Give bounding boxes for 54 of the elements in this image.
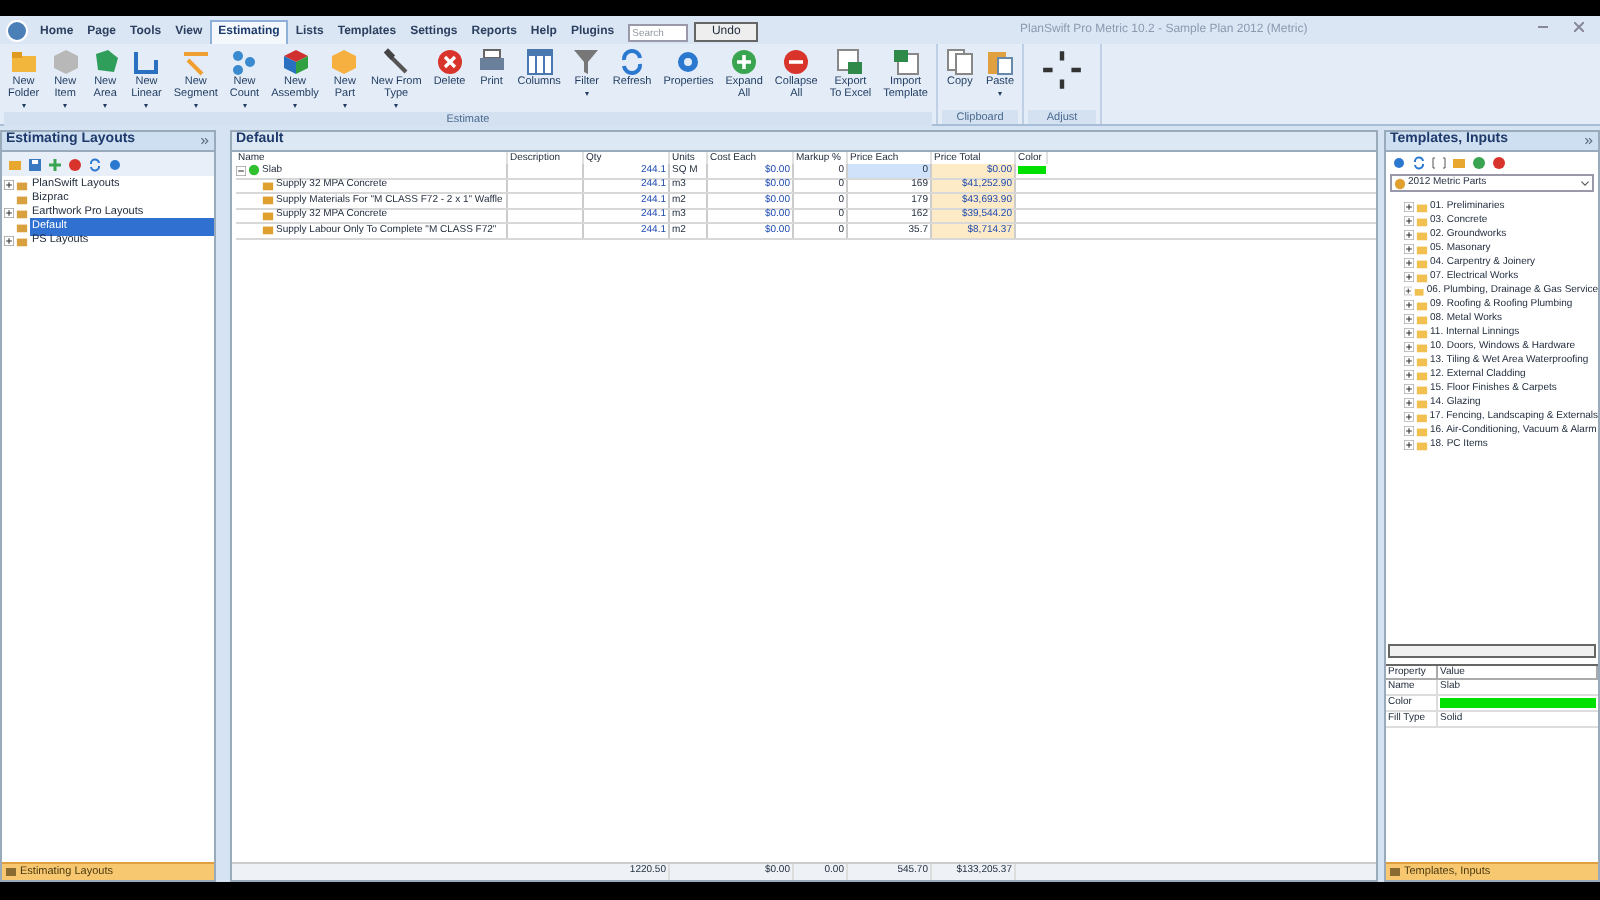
parts-icon — [1394, 177, 1406, 189]
chevron-down-icon — [1580, 178, 1590, 188]
dots-icon — [230, 48, 259, 76]
expand-toggle-icon[interactable] — [1404, 328, 1414, 338]
expand-toggle-icon[interactable] — [4, 236, 14, 246]
horizontal-scrollbar[interactable] — [1388, 644, 1596, 658]
colored-cube-icon — [281, 48, 310, 76]
cube-icon — [51, 48, 80, 76]
expand-toggle-icon[interactable] — [1404, 230, 1414, 240]
printer-icon — [477, 48, 506, 76]
collapse-icon[interactable] — [200, 136, 210, 146]
segment-icon — [181, 48, 210, 76]
linear-shape-icon — [132, 48, 161, 76]
refresh-icon[interactable] — [1412, 156, 1426, 170]
expand-toggle-icon[interactable] — [236, 165, 246, 176]
collapse-icon[interactable] — [1584, 136, 1594, 146]
save-icon[interactable] — [28, 157, 42, 171]
expand-toggle-icon[interactable] — [1404, 384, 1414, 394]
item-icon — [248, 164, 260, 177]
columns-icon — [525, 48, 554, 76]
copy-icon — [945, 48, 974, 76]
expand-toggle-icon[interactable] — [1404, 216, 1414, 226]
expand-toggle-icon[interactable] — [1404, 356, 1414, 366]
plus-circle-icon — [730, 48, 759, 76]
hammer-icon — [382, 48, 411, 76]
expand-toggle-icon[interactable] — [1404, 286, 1413, 296]
expand-toggle-icon[interactable] — [1404, 202, 1414, 212]
filter-icon — [572, 48, 601, 76]
color-swatch[interactable] — [1440, 698, 1596, 708]
clipboard-icon — [985, 48, 1014, 76]
refresh-icon[interactable] — [88, 157, 102, 171]
app-logo-icon[interactable] — [6, 20, 28, 42]
refresh-icon — [618, 48, 647, 76]
expand-toggle-icon[interactable] — [1404, 244, 1414, 254]
area-shape-icon — [91, 48, 120, 76]
spreadsheet-icon — [836, 48, 865, 76]
color-swatch[interactable] — [1018, 166, 1046, 175]
expand-toggle-icon[interactable] — [1404, 412, 1414, 422]
close-icon[interactable] — [1574, 22, 1584, 32]
spreadsheet-icon — [891, 48, 920, 76]
expand-toggle-icon[interactable] — [4, 208, 14, 218]
expand-toggle-icon[interactable] — [1404, 370, 1414, 380]
expand-toggle-icon[interactable] — [1404, 342, 1414, 352]
expand-toggle-icon[interactable] — [1404, 440, 1414, 450]
expand-toggle-icon[interactable] — [1404, 300, 1414, 310]
hexagon-icon — [330, 48, 359, 76]
expand-toggle-icon[interactable] — [1404, 258, 1414, 268]
move-arrows-icon[interactable] — [1040, 48, 1085, 92]
expand-toggle-icon[interactable] — [1404, 314, 1414, 324]
expand-toggle-icon[interactable] — [1404, 398, 1414, 408]
expand-toggle-icon[interactable] — [1404, 426, 1414, 436]
minus-circle-icon — [782, 48, 811, 76]
expand-toggle-icon[interactable] — [1404, 272, 1414, 282]
expand-toggle-icon[interactable] — [4, 180, 14, 190]
